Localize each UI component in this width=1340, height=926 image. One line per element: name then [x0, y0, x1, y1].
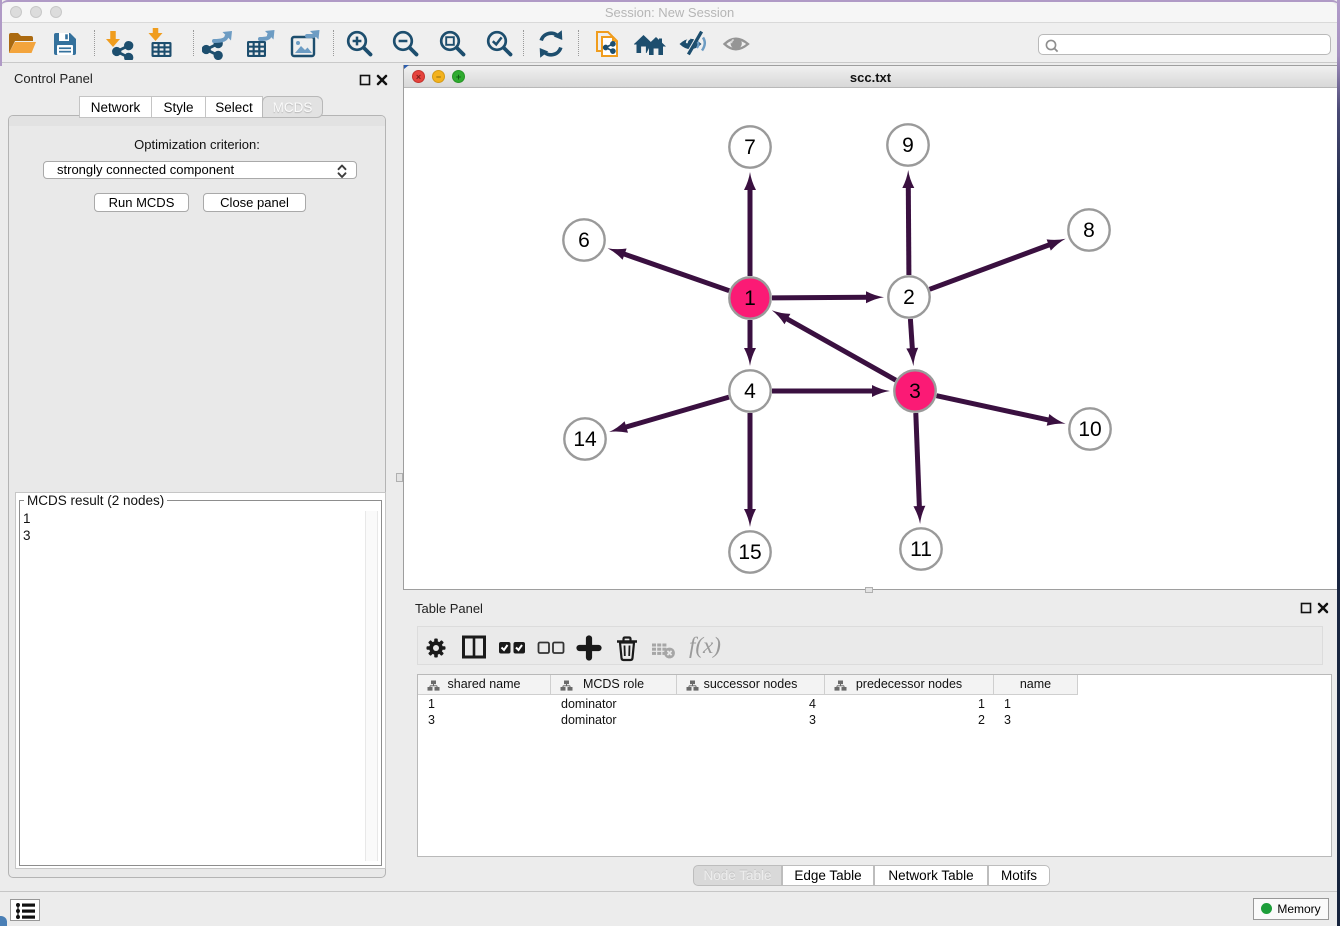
svg-text:6: 6 [578, 229, 590, 252]
svg-text:9: 9 [902, 134, 914, 157]
svg-text:1: 1 [744, 287, 756, 310]
svg-text:8: 8 [1083, 219, 1095, 242]
svg-text:10: 10 [1078, 418, 1101, 441]
svg-text:15: 15 [738, 541, 761, 564]
svg-text:14: 14 [573, 428, 597, 451]
svg-text:3: 3 [909, 380, 921, 403]
svg-text:7: 7 [744, 136, 756, 159]
svg-text:11: 11 [910, 538, 932, 561]
svg-text:4: 4 [744, 380, 756, 403]
svg-text:2: 2 [903, 286, 915, 309]
